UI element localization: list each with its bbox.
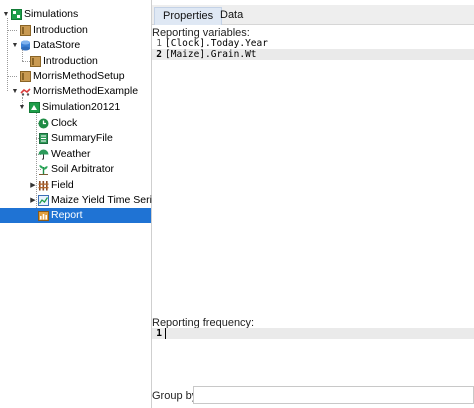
fence-icon [38, 180, 49, 191]
tab-data[interactable]: Data [212, 7, 251, 25]
tree-node-label: SummaryFile [51, 132, 113, 144]
tree-node-label: Soil Arbitrator [51, 163, 115, 175]
collapse-toggle-icon[interactable]: ▼ [11, 87, 19, 95]
tree-connector [7, 18, 8, 91]
report-icon [38, 210, 49, 221]
tree-node-simulations[interactable]: Simulations [11, 7, 78, 22]
tree-node-datastore[interactable]: DataStore [20, 38, 80, 53]
line-number: 1 [156, 328, 162, 339]
tree-node-label: MorrisMethodSetup [33, 70, 125, 82]
tree-node-label: Clock [51, 117, 78, 129]
tree-node-label: Introduction [33, 24, 88, 36]
tree-node-label: Simulation20121 [42, 101, 121, 113]
memo-icon [20, 71, 31, 82]
tree-node-label: Simulations [24, 8, 79, 20]
editor-line-text: [Maize].Grain.Wt [165, 49, 257, 60]
collapse-toggle-icon[interactable]: ▼ [18, 103, 26, 111]
expand-toggle-icon[interactable]: ▶ [29, 196, 37, 204]
database-icon [20, 40, 31, 51]
tree-node-report[interactable]: Report [0, 208, 151, 223]
memo-icon [30, 56, 41, 67]
expand-toggle-icon[interactable]: ▶ [29, 181, 37, 189]
tree-node-morris-example[interactable]: MorrisMethodExample [20, 84, 138, 99]
tree-node-clock[interactable]: Clock [38, 116, 77, 131]
tree-node-maize-yield-time-series[interactable]: Maize Yield Time Series [38, 193, 163, 208]
editor-line-text: [Clock].Today.Year [165, 38, 268, 49]
collapse-toggle-icon[interactable]: ▼ [2, 10, 10, 18]
reporting-variables-editor[interactable]: 1 [Clock].Today.Year 2 [Maize].Grain.Wt [152, 38, 474, 60]
summary-icon [38, 133, 49, 144]
memo-icon [20, 25, 31, 36]
line-number: 2 [156, 49, 162, 60]
tree-node-label: Weather [51, 148, 91, 160]
tree-node-morris-setup[interactable]: MorrisMethodSetup [20, 69, 125, 84]
simulation-icon [29, 102, 40, 113]
editor-line: 2 [Maize].Grain.Wt [152, 49, 474, 60]
editor-line: 1 [Clock].Today.Year [152, 38, 474, 49]
tree-node-soil-arbitrator[interactable]: Soil Arbitrator [38, 162, 114, 177]
tree-node-label: Field [51, 179, 74, 191]
editor-line: 1 [152, 328, 474, 339]
tree-node-introduction[interactable]: Introduction [20, 23, 88, 38]
graph-icon [38, 195, 49, 206]
simulation-tree[interactable]: ▼ Simulations Introduction ▼ DataStore I… [0, 0, 163, 408]
properties-panel: Properties Data Reporting variables: 1 [… [152, 0, 474, 408]
morris-icon [20, 86, 31, 97]
tree-connector [22, 61, 30, 62]
tree-node-summaryfile[interactable]: SummaryFile [38, 131, 113, 146]
clock-icon [38, 118, 49, 129]
simulations-icon [11, 9, 22, 20]
line-number: 1 [156, 38, 162, 49]
tree-node-simulation20121[interactable]: Simulation20121 [29, 100, 120, 115]
tree-connector [7, 30, 17, 31]
group-by-input[interactable] [193, 386, 474, 404]
tree-node-weather[interactable]: Weather [38, 147, 91, 162]
text-caret [165, 328, 166, 339]
tree-node-label: Maize Yield Time Series [51, 194, 164, 206]
soil-icon [38, 164, 49, 175]
tree-node-label: Report [51, 209, 83, 221]
tree-node-label: Introduction [43, 55, 98, 67]
collapse-toggle-icon[interactable]: ▼ [11, 41, 19, 49]
tree-connector [7, 76, 17, 77]
tree-node-datastore-introduction[interactable]: Introduction [30, 54, 98, 69]
tree-node-label: DataStore [33, 39, 81, 51]
umbrella-icon [38, 149, 49, 160]
tab-bar: Properties Data [152, 5, 474, 25]
tree-node-label: MorrisMethodExample [33, 85, 139, 97]
tree-node-field[interactable]: Field [38, 178, 74, 193]
reporting-frequency-editor[interactable]: 1 [152, 328, 474, 339]
